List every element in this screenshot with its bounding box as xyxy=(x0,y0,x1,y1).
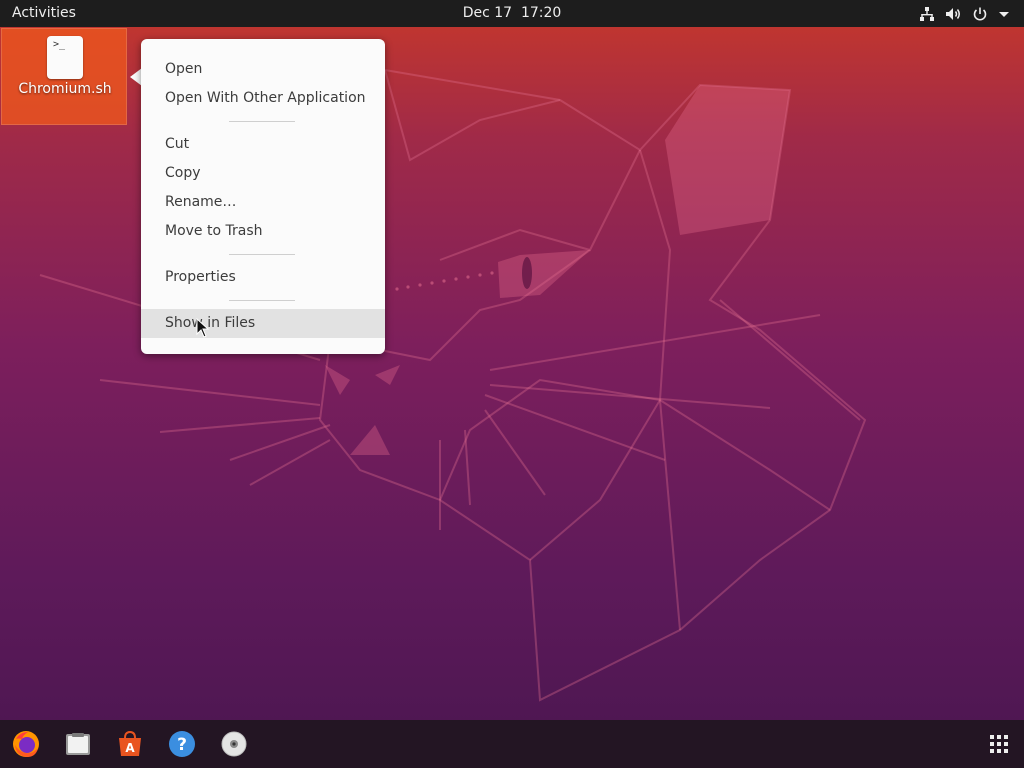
context-menu: Open Open With Other Application Cut Cop… xyxy=(141,39,385,354)
system-menu-arrow-icon[interactable] xyxy=(998,6,1010,22)
network-icon[interactable] xyxy=(919,6,935,22)
help-icon[interactable]: ? xyxy=(167,729,197,759)
menu-item-open[interactable]: Open xyxy=(141,55,385,84)
show-applications-icon[interactable] xyxy=(990,735,1008,753)
desktop-file-chromium-sh[interactable]: >_ Chromium.sh xyxy=(1,28,127,125)
menu-separator xyxy=(229,254,295,255)
top-bar: Activities Dec 17 17:20 xyxy=(0,0,1024,27)
power-icon[interactable] xyxy=(972,6,988,22)
firefox-icon[interactable] xyxy=(11,729,41,759)
menu-item-open-with[interactable]: Open With Other Application xyxy=(141,84,385,113)
activities-button[interactable]: Activities xyxy=(12,5,76,21)
clock-date: Dec 17 xyxy=(462,5,513,21)
menu-separator xyxy=(229,121,295,122)
disc-icon[interactable] xyxy=(219,729,249,759)
mouse-pointer-icon xyxy=(196,318,210,338)
help-glyph: ? xyxy=(177,735,187,755)
script-file-icon: >_ xyxy=(47,36,83,79)
desktop-file-label: Chromium.sh xyxy=(18,81,112,97)
files-icon[interactable] xyxy=(63,729,93,759)
system-tray[interactable] xyxy=(919,5,1010,23)
menu-item-properties[interactable]: Properties xyxy=(141,263,385,292)
clock-time: 17:20 xyxy=(520,5,562,21)
menu-separator xyxy=(229,300,295,301)
menu-item-show-in-files[interactable]: Show in Files xyxy=(141,309,385,338)
clock: Dec 17 17:20 xyxy=(0,5,1024,21)
dock: A ? xyxy=(0,720,1024,768)
menu-item-move-to-trash[interactable]: Move to Trash xyxy=(141,217,385,246)
svg-text:A: A xyxy=(125,741,135,755)
clock-button[interactable]: Dec 17 17:20 xyxy=(463,5,562,21)
volume-icon[interactable] xyxy=(945,6,962,22)
menu-item-rename[interactable]: Rename… xyxy=(141,188,385,217)
menu-item-cut[interactable]: Cut xyxy=(141,130,385,159)
terminal-prompt-glyph: >_ xyxy=(53,39,66,50)
menu-item-copy[interactable]: Copy xyxy=(141,159,385,188)
software-icon[interactable]: A xyxy=(115,729,145,759)
